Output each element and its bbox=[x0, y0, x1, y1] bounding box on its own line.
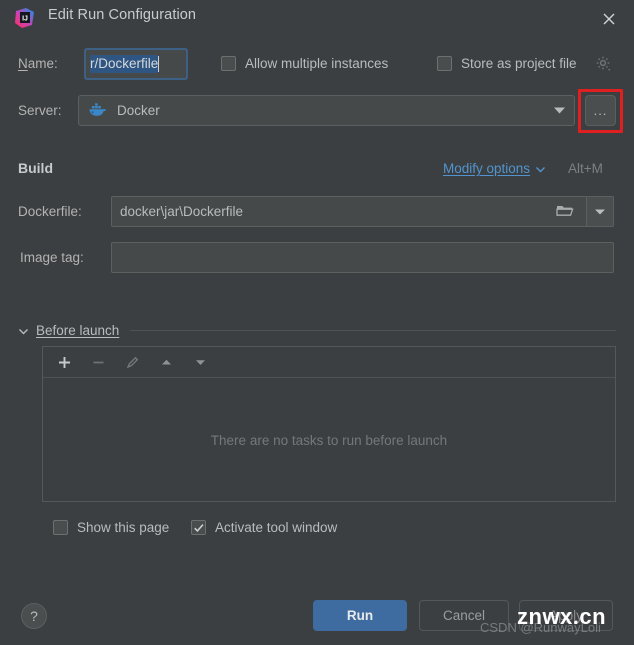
checkbox-box bbox=[191, 520, 206, 535]
show-this-page-checkbox[interactable]: Show this page bbox=[53, 520, 169, 535]
remove-task-button[interactable] bbox=[90, 354, 107, 371]
edit-task-button[interactable] bbox=[124, 354, 141, 371]
intellij-idea-icon: IJ bbox=[13, 6, 37, 30]
edit-run-configuration-dialog: IJ Edit Run Configuration Name: r/Docker… bbox=[0, 0, 634, 645]
page-title: Edit Run Configuration bbox=[48, 7, 197, 23]
server-combobox[interactable]: Docker bbox=[78, 95, 575, 126]
chevron-down-icon bbox=[594, 204, 606, 219]
cancel-button[interactable]: Cancel bbox=[419, 600, 509, 631]
activate-tool-window-checkbox[interactable]: Activate tool window bbox=[191, 520, 337, 535]
close-icon[interactable] bbox=[598, 8, 620, 30]
name-input-value: r/Dockerfile bbox=[90, 55, 159, 73]
server-value: Docker bbox=[117, 103, 160, 118]
apply-button[interactable]: Apply bbox=[519, 600, 613, 631]
dockerfile-dropdown-button[interactable] bbox=[586, 196, 614, 227]
name-label: Name: bbox=[18, 56, 58, 71]
gear-icon[interactable] bbox=[595, 55, 613, 73]
help-button[interactable]: ? bbox=[21, 603, 47, 629]
section-divider bbox=[130, 329, 616, 331]
text-caret bbox=[158, 56, 160, 72]
title-bar: IJ Edit Run Configuration bbox=[0, 0, 634, 36]
allow-multiple-instances-label: Allow multiple instances bbox=[245, 56, 389, 71]
server-browse-label: ... bbox=[593, 102, 608, 118]
checkmark-icon bbox=[193, 523, 204, 532]
server-label: Server: bbox=[18, 103, 62, 118]
modify-options-label: Modify options bbox=[443, 161, 531, 176]
before-launch-toolbar bbox=[43, 347, 615, 378]
checkbox-box bbox=[221, 56, 236, 71]
svg-text:IJ: IJ bbox=[22, 16, 28, 23]
allow-multiple-instances-checkbox[interactable]: Allow multiple instances bbox=[221, 56, 388, 71]
name-label-text: ame: bbox=[27, 56, 58, 71]
docker-whale-icon bbox=[88, 102, 107, 119]
image-tag-label: Image tag: bbox=[20, 250, 84, 265]
dockerfile-value: docker\jar\Dockerfile bbox=[120, 204, 244, 219]
chevron-down-icon bbox=[535, 163, 546, 174]
dockerfile-input[interactable]: docker\jar\Dockerfile bbox=[111, 196, 589, 227]
name-input[interactable]: r/Dockerfile bbox=[84, 48, 188, 80]
before-launch-section-header[interactable]: Before launch bbox=[18, 321, 616, 339]
modify-options-shortcut: Alt+M bbox=[568, 161, 603, 176]
checkbox-box bbox=[53, 520, 68, 535]
before-launch-task-panel: There are no tasks to run before launch bbox=[42, 346, 616, 502]
chevron-down-icon[interactable] bbox=[550, 102, 568, 120]
dockerfile-label: Dockerfile: bbox=[18, 204, 82, 219]
build-section-title: Build bbox=[18, 160, 53, 176]
show-this-page-label: Show this page bbox=[77, 520, 170, 535]
store-as-project-file-label: Store as project file bbox=[461, 56, 577, 71]
move-down-button[interactable] bbox=[192, 354, 209, 371]
before-launch-empty-message: There are no tasks to run before launch bbox=[210, 432, 448, 448]
image-tag-input[interactable] bbox=[111, 242, 614, 273]
store-as-project-file-checkbox[interactable]: Store as project file bbox=[437, 56, 577, 71]
checkbox-box bbox=[437, 56, 452, 71]
chevron-down-icon bbox=[18, 325, 29, 336]
add-task-button[interactable] bbox=[56, 354, 73, 371]
move-up-button[interactable] bbox=[158, 354, 175, 371]
folder-icon[interactable] bbox=[556, 203, 574, 219]
run-button[interactable]: Run bbox=[313, 600, 407, 631]
before-launch-title: Before launch bbox=[36, 322, 120, 338]
activate-tool-window-label: Activate tool window bbox=[215, 520, 338, 535]
modify-options-link[interactable]: Modify options bbox=[443, 161, 546, 176]
server-browse-button[interactable]: ... bbox=[585, 95, 616, 126]
